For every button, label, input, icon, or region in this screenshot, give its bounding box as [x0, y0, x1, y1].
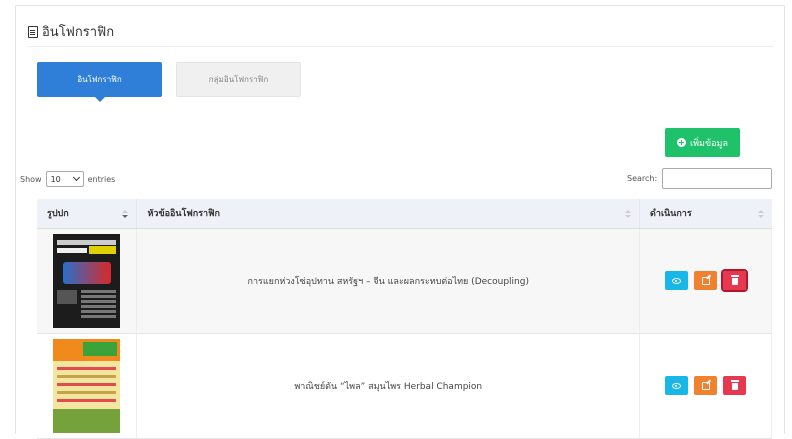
- tab-bar: อินโฟกราฟิก กลุ่มอินโฟกราฟิก: [37, 62, 301, 102]
- title-cell: พาณิชย์ดัน “ไพล” สมุนไพร Herbal Champion: [136, 333, 641, 439]
- sort-icon: [757, 210, 764, 219]
- infographic-table: รูปปก หัวข้ออินโฟกราฟิก ดำเนินการ การแยก…: [37, 199, 772, 439]
- cover-cell: [37, 228, 138, 334]
- actions-cell: [639, 228, 772, 334]
- document-icon: [28, 25, 38, 38]
- table-header-row: รูปปก หัวข้ออินโฟกราฟิก ดำเนินการ: [37, 199, 772, 229]
- actions-cell: [639, 333, 772, 439]
- eye-icon: [672, 382, 682, 389]
- col-header-title-label: หัวข้ออินโฟกราฟิก: [147, 209, 220, 220]
- search-input[interactable]: [662, 168, 773, 189]
- trash-icon: [730, 380, 739, 390]
- search-box: Search:: [627, 168, 773, 189]
- col-header-actions-label: ดำเนินการ: [650, 209, 692, 220]
- edit-icon: [701, 276, 710, 285]
- length-suffix: entries: [87, 174, 116, 184]
- edit-icon: [701, 381, 710, 390]
- plus-circle-icon: [677, 138, 687, 147]
- title-cell: การแยกห่วงโซ่อุปทาน สหรัฐฯ – จีน และผลกร…: [136, 228, 641, 334]
- page-title-text: อินโฟกราฟิก: [42, 25, 115, 40]
- tab-infographic-group[interactable]: กลุ่มอินโฟกราฟิก: [176, 62, 301, 97]
- table-row: พาณิชย์ดัน “ไพล” สมุนไพร Herbal Champion: [37, 333, 772, 439]
- length-menu: Show 10 entries: [20, 171, 115, 187]
- eye-icon: [672, 277, 682, 284]
- cover-cell: [37, 333, 138, 439]
- col-header-cover-label: รูปปก: [47, 209, 69, 220]
- view-button[interactable]: [665, 271, 689, 290]
- length-prefix: Show: [20, 174, 42, 184]
- sort-icon: [122, 210, 129, 219]
- table-row: การแยกห่วงโซ่อุปทาน สหรัฐฯ – จีน และผลกร…: [37, 228, 772, 334]
- page-title: อินโฟกราฟิก: [28, 21, 114, 42]
- entries-value: 10: [50, 174, 61, 184]
- delete-button[interactable]: [723, 376, 747, 395]
- cover-thumbnail[interactable]: [53, 233, 121, 328]
- cover-thumbnail[interactable]: [53, 338, 121, 433]
- col-header-title[interactable]: หัวข้ออินโฟกราฟิก: [136, 199, 640, 229]
- add-button[interactable]: เพิ่มข้อมูล: [665, 128, 740, 157]
- edit-button[interactable]: [694, 271, 718, 290]
- search-label: Search:: [627, 174, 658, 183]
- edit-button[interactable]: [694, 376, 718, 395]
- divider: [28, 46, 774, 47]
- view-button[interactable]: [665, 376, 689, 395]
- add-button-label: เพิ่มข้อมูล: [690, 138, 728, 149]
- entries-select[interactable]: 10: [45, 171, 84, 187]
- col-header-cover[interactable]: รูปปก: [37, 199, 137, 229]
- col-header-actions[interactable]: ดำเนินการ: [639, 199, 772, 229]
- trash-icon: [730, 275, 739, 285]
- tab-infographic[interactable]: อินโฟกราฟิก: [37, 62, 162, 102]
- sort-icon: [625, 210, 632, 219]
- delete-button[interactable]: [721, 269, 749, 292]
- chevron-down-icon: [72, 173, 80, 182]
